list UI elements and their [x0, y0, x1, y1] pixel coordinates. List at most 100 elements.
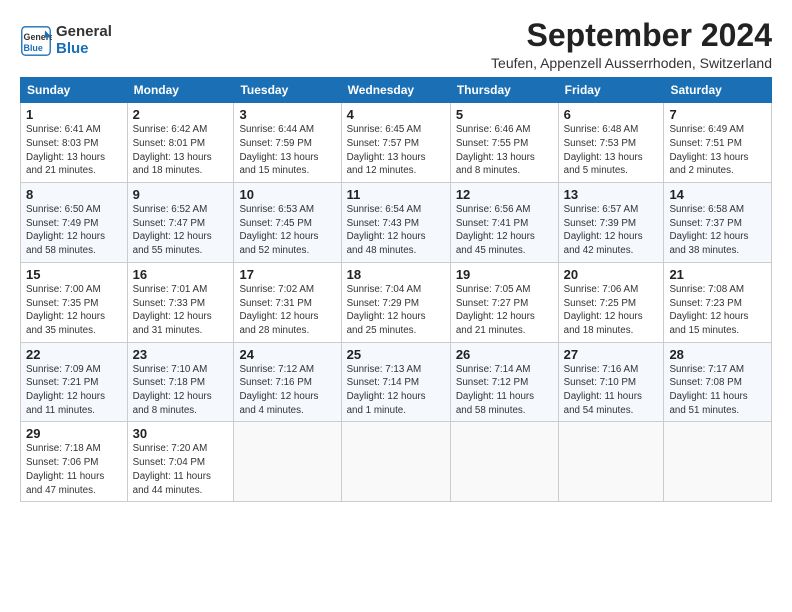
calendar-cell: 4Sunrise: 6:45 AMSunset: 7:57 PMDaylight… — [341, 103, 450, 183]
day-number: 14 — [669, 187, 766, 202]
day-info: Sunrise: 7:05 AMSunset: 7:27 PMDaylight:… — [456, 283, 553, 338]
col-header-thursday: Thursday — [450, 78, 558, 103]
day-info: Sunrise: 6:58 AMSunset: 7:37 PMDaylight:… — [669, 203, 766, 258]
calendar-cell — [234, 422, 341, 502]
col-header-saturday: Saturday — [664, 78, 772, 103]
calendar-cell — [341, 422, 450, 502]
day-number: 28 — [669, 347, 766, 362]
day-number: 15 — [26, 267, 122, 282]
day-number: 30 — [133, 426, 229, 441]
day-number: 6 — [564, 107, 659, 122]
day-info: Sunrise: 6:49 AMSunset: 7:51 PMDaylight:… — [669, 123, 766, 178]
day-number: 27 — [564, 347, 659, 362]
day-number: 7 — [669, 107, 766, 122]
day-info: Sunrise: 7:13 AMSunset: 7:14 PMDaylight:… — [347, 363, 445, 418]
svg-text:Blue: Blue — [24, 42, 43, 52]
day-number: 1 — [26, 107, 122, 122]
day-info: Sunrise: 7:10 AMSunset: 7:18 PMDaylight:… — [133, 363, 229, 418]
day-number: 21 — [669, 267, 766, 282]
day-number: 4 — [347, 107, 445, 122]
day-info: Sunrise: 7:02 AMSunset: 7:31 PMDaylight:… — [239, 283, 335, 338]
day-info: Sunrise: 7:17 AMSunset: 7:08 PMDaylight:… — [669, 363, 766, 418]
calendar-cell: 18Sunrise: 7:04 AMSunset: 7:29 PMDayligh… — [341, 262, 450, 342]
day-number: 29 — [26, 426, 122, 441]
day-info: Sunrise: 6:54 AMSunset: 7:43 PMDaylight:… — [347, 203, 445, 258]
calendar-cell: 22Sunrise: 7:09 AMSunset: 7:21 PMDayligh… — [21, 342, 128, 422]
day-number: 8 — [26, 187, 122, 202]
logo-icon: General Blue — [20, 25, 52, 57]
calendar-cell: 5Sunrise: 6:46 AMSunset: 7:55 PMDaylight… — [450, 103, 558, 183]
day-info: Sunrise: 6:57 AMSunset: 7:39 PMDaylight:… — [564, 203, 659, 258]
week-row-1: 1Sunrise: 6:41 AMSunset: 8:03 PMDaylight… — [21, 103, 772, 183]
header: General Blue General Blue September 2024… — [20, 18, 772, 71]
day-info: Sunrise: 7:12 AMSunset: 7:16 PMDaylight:… — [239, 363, 335, 418]
day-info: Sunrise: 6:41 AMSunset: 8:03 PMDaylight:… — [26, 123, 122, 178]
calendar-cell: 20Sunrise: 7:06 AMSunset: 7:25 PMDayligh… — [558, 262, 664, 342]
calendar-cell: 21Sunrise: 7:08 AMSunset: 7:23 PMDayligh… — [664, 262, 772, 342]
calendar-cell: 19Sunrise: 7:05 AMSunset: 7:27 PMDayligh… — [450, 262, 558, 342]
page: General Blue General Blue September 2024… — [0, 0, 792, 512]
day-number: 26 — [456, 347, 553, 362]
day-number: 11 — [347, 187, 445, 202]
calendar-cell: 2Sunrise: 6:42 AMSunset: 8:01 PMDaylight… — [127, 103, 234, 183]
day-number: 17 — [239, 267, 335, 282]
calendar-cell: 12Sunrise: 6:56 AMSunset: 7:41 PMDayligh… — [450, 183, 558, 263]
day-info: Sunrise: 6:52 AMSunset: 7:47 PMDaylight:… — [133, 203, 229, 258]
title-area: September 2024 Teufen, Appenzell Ausserr… — [491, 18, 772, 71]
day-number: 12 — [456, 187, 553, 202]
logo: General Blue General Blue — [20, 24, 112, 57]
calendar: SundayMondayTuesdayWednesdayThursdayFrid… — [20, 77, 772, 502]
calendar-cell: 8Sunrise: 6:50 AMSunset: 7:49 PMDaylight… — [21, 183, 128, 263]
day-number: 18 — [347, 267, 445, 282]
day-number: 16 — [133, 267, 229, 282]
day-info: Sunrise: 7:08 AMSunset: 7:23 PMDaylight:… — [669, 283, 766, 338]
col-header-tuesday: Tuesday — [234, 78, 341, 103]
week-row-2: 8Sunrise: 6:50 AMSunset: 7:49 PMDaylight… — [21, 183, 772, 263]
calendar-cell: 27Sunrise: 7:16 AMSunset: 7:10 PMDayligh… — [558, 342, 664, 422]
calendar-cell: 7Sunrise: 6:49 AMSunset: 7:51 PMDaylight… — [664, 103, 772, 183]
day-number: 20 — [564, 267, 659, 282]
logo-line2: Blue — [56, 40, 89, 57]
calendar-cell — [664, 422, 772, 502]
col-header-monday: Monday — [127, 78, 234, 103]
col-header-sunday: Sunday — [21, 78, 128, 103]
calendar-cell: 23Sunrise: 7:10 AMSunset: 7:18 PMDayligh… — [127, 342, 234, 422]
day-info: Sunrise: 7:14 AMSunset: 7:12 PMDaylight:… — [456, 363, 553, 418]
day-info: Sunrise: 7:01 AMSunset: 7:33 PMDaylight:… — [133, 283, 229, 338]
day-info: Sunrise: 6:53 AMSunset: 7:45 PMDaylight:… — [239, 203, 335, 258]
day-info: Sunrise: 6:50 AMSunset: 7:49 PMDaylight:… — [26, 203, 122, 258]
month-title: September 2024 — [491, 18, 772, 53]
location-title: Teufen, Appenzell Ausserrhoden, Switzerl… — [491, 55, 772, 71]
day-number: 19 — [456, 267, 553, 282]
day-number: 2 — [133, 107, 229, 122]
calendar-cell: 29Sunrise: 7:18 AMSunset: 7:06 PMDayligh… — [21, 422, 128, 502]
day-info: Sunrise: 6:44 AMSunset: 7:59 PMDaylight:… — [239, 123, 335, 178]
day-number: 23 — [133, 347, 229, 362]
calendar-cell: 15Sunrise: 7:00 AMSunset: 7:35 PMDayligh… — [21, 262, 128, 342]
day-info: Sunrise: 7:06 AMSunset: 7:25 PMDaylight:… — [564, 283, 659, 338]
day-info: Sunrise: 7:20 AMSunset: 7:04 PMDaylight:… — [133, 442, 229, 497]
header-row: SundayMondayTuesdayWednesdayThursdayFrid… — [21, 78, 772, 103]
calendar-cell: 16Sunrise: 7:01 AMSunset: 7:33 PMDayligh… — [127, 262, 234, 342]
day-number: 9 — [133, 187, 229, 202]
day-number: 25 — [347, 347, 445, 362]
calendar-cell: 14Sunrise: 6:58 AMSunset: 7:37 PMDayligh… — [664, 183, 772, 263]
day-number: 24 — [239, 347, 335, 362]
day-info: Sunrise: 6:46 AMSunset: 7:55 PMDaylight:… — [456, 123, 553, 178]
day-number: 10 — [239, 187, 335, 202]
day-number: 13 — [564, 187, 659, 202]
day-info: Sunrise: 7:00 AMSunset: 7:35 PMDaylight:… — [26, 283, 122, 338]
calendar-cell: 28Sunrise: 7:17 AMSunset: 7:08 PMDayligh… — [664, 342, 772, 422]
calendar-cell: 9Sunrise: 6:52 AMSunset: 7:47 PMDaylight… — [127, 183, 234, 263]
calendar-cell: 17Sunrise: 7:02 AMSunset: 7:31 PMDayligh… — [234, 262, 341, 342]
week-row-3: 15Sunrise: 7:00 AMSunset: 7:35 PMDayligh… — [21, 262, 772, 342]
day-info: Sunrise: 6:45 AMSunset: 7:57 PMDaylight:… — [347, 123, 445, 178]
day-info: Sunrise: 6:56 AMSunset: 7:41 PMDaylight:… — [456, 203, 553, 258]
day-number: 5 — [456, 107, 553, 122]
day-info: Sunrise: 7:09 AMSunset: 7:21 PMDaylight:… — [26, 363, 122, 418]
day-number: 3 — [239, 107, 335, 122]
calendar-cell: 10Sunrise: 6:53 AMSunset: 7:45 PMDayligh… — [234, 183, 341, 263]
day-info: Sunrise: 6:42 AMSunset: 8:01 PMDaylight:… — [133, 123, 229, 178]
calendar-cell: 25Sunrise: 7:13 AMSunset: 7:14 PMDayligh… — [341, 342, 450, 422]
day-info: Sunrise: 7:18 AMSunset: 7:06 PMDaylight:… — [26, 442, 122, 497]
